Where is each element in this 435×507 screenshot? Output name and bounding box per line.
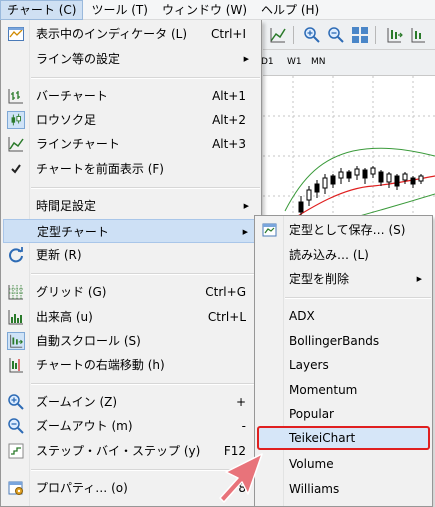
save-template-icon xyxy=(262,223,277,237)
timeframe-bar: D1 W1 MN xyxy=(261,50,435,76)
menu-item-template[interactable]: 定型チャート ▶ xyxy=(3,219,260,243)
timeframe-mn[interactable]: MN xyxy=(311,57,326,67)
submenu-item-save-template[interactable]: 定型として保存… (S) xyxy=(257,218,430,242)
menu-item-chart-shift[interactable]: チャートの右端移動 (h) xyxy=(3,353,260,377)
zoom-out-icon[interactable] xyxy=(327,26,345,44)
zoom-in-icon[interactable] xyxy=(303,26,321,44)
submenu-arrow-icon: ▶ xyxy=(243,55,249,63)
menu-window[interactable]: ウィンドウ (W) xyxy=(156,0,253,20)
auto-scroll-icon xyxy=(7,332,25,350)
menu-item-zoom-out[interactable]: ズームアウト (m) - xyxy=(3,414,260,438)
menu-help[interactable]: ヘルプ (H) xyxy=(255,0,325,20)
properties-icon xyxy=(8,481,23,495)
menu-item-auto-scroll[interactable]: 自動スクロール (S) xyxy=(3,329,260,353)
menu-item-refresh[interactable]: 更新 (R) xyxy=(3,243,260,267)
tile-windows-icon[interactable] xyxy=(351,26,369,44)
submenu-item-template[interactable]: Popular xyxy=(257,402,430,426)
menu-item-volume[interactable]: 出来高 (u) Ctrl+L xyxy=(3,305,260,329)
zoom-out-icon xyxy=(8,418,24,434)
auto-scroll-icon[interactable] xyxy=(385,26,403,44)
menu-item-bar-chart[interactable]: バーチャート Alt+1 xyxy=(3,84,260,108)
toolbar-separator xyxy=(293,26,294,44)
submenu-item-template[interactable]: BollingerBands xyxy=(257,329,430,353)
menu-item-candlestick[interactable]: ロウソク足 Alt+2 xyxy=(3,108,260,132)
chart-shift-icon xyxy=(9,358,23,373)
refresh-icon xyxy=(9,247,23,263)
menu-item-timeframes[interactable]: 時間足設定 ▶ xyxy=(3,194,260,218)
grid-icon xyxy=(8,285,23,300)
menu-separator xyxy=(31,187,260,189)
step-icon xyxy=(8,443,24,459)
menubar: チャート (C) ツール (T) ウィンドウ (W) ヘルプ (H) xyxy=(0,0,435,20)
zoom-in-icon xyxy=(8,394,24,410)
line-chart-icon[interactable] xyxy=(269,26,287,44)
toolbar xyxy=(263,20,435,50)
submenu-item-delete-template[interactable]: 定型を削除 ▶ xyxy=(257,267,430,291)
submenu-item-teikeichart[interactable]: TeikeiChart xyxy=(257,426,430,450)
submenu-item-load-template[interactable]: 読み込み… (L) xyxy=(257,243,430,267)
menu-chart[interactable]: チャート (C) xyxy=(0,0,84,20)
submenu-arrow-icon: ▶ xyxy=(243,202,249,210)
line-chart-icon xyxy=(8,137,24,152)
timeframe-w1[interactable]: W1 xyxy=(287,57,302,67)
menu-separator xyxy=(31,77,260,79)
pointer-arrow-icon xyxy=(219,453,263,503)
template-submenu: 定型として保存… (S) 読み込み… (L) 定型を削除 ▶ ADX Bolli… xyxy=(254,215,433,507)
toolbar-separator xyxy=(375,26,376,44)
menu-item-chart-foreground[interactable]: チャートを前面表示 (F) xyxy=(3,157,260,181)
menu-item-zoom-in[interactable]: ズームイン (Z) + xyxy=(3,390,260,414)
submenu-item-template[interactable]: Williams xyxy=(257,477,430,501)
volume-icon xyxy=(8,310,23,325)
check-icon xyxy=(11,164,21,174)
menu-item-line-settings[interactable]: ライン等の設定 ▶ xyxy=(3,47,260,71)
submenu-arrow-icon: ▶ xyxy=(416,275,422,283)
chart-shift-icon[interactable] xyxy=(409,26,427,44)
indicators-icon xyxy=(8,27,24,41)
submenu-item-template[interactable]: ADX xyxy=(257,304,430,328)
submenu-item-template[interactable]: Volume xyxy=(257,452,430,476)
submenu-arrow-icon: ▶ xyxy=(242,228,248,236)
timeframe-d1[interactable]: D1 xyxy=(261,57,274,67)
menu-separator xyxy=(31,383,260,385)
bar-chart-icon xyxy=(8,89,23,104)
menu-separator xyxy=(31,273,260,275)
menu-item-line-chart[interactable]: ラインチャート Alt+3 xyxy=(3,132,260,156)
menu-tools[interactable]: ツール (T) xyxy=(85,0,154,20)
candlestick-icon xyxy=(7,111,25,129)
menu-item-grid[interactable]: グリッド (G) Ctrl+G xyxy=(3,280,260,304)
chart-menu: 表示中のインディケータ (L) Ctrl+I ライン等の設定 ▶ バーチャート … xyxy=(0,20,262,507)
submenu-separator xyxy=(285,297,431,299)
submenu-item-template[interactable]: Layers xyxy=(257,353,430,377)
submenu-item-template[interactable]: Momentum xyxy=(257,378,430,402)
menu-item-indicators-list[interactable]: 表示中のインディケータ (L) Ctrl+I xyxy=(3,22,260,46)
